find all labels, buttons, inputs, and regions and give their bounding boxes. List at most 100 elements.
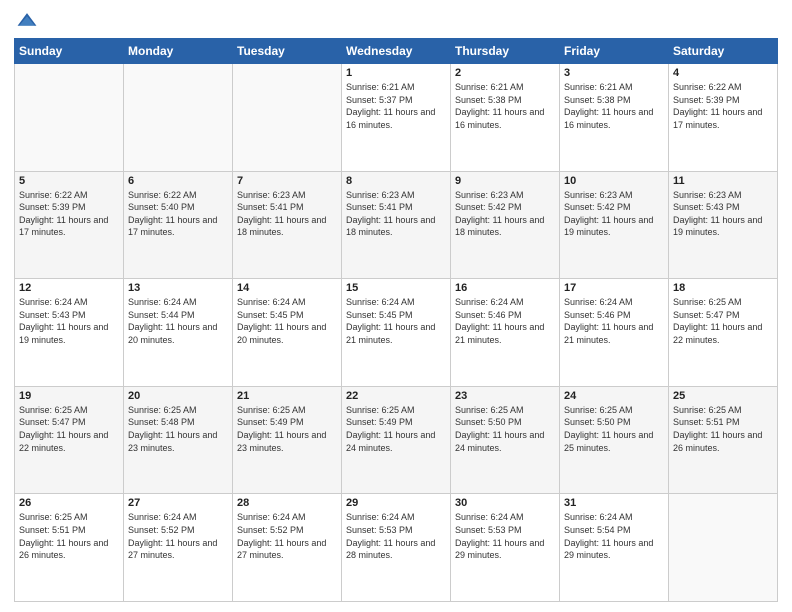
header: [14, 10, 778, 32]
weekday-header-friday: Friday: [560, 39, 669, 64]
day-info: Sunrise: 6:25 AMSunset: 5:50 PMDaylight:…: [455, 404, 555, 454]
day-cell: 31 Sunrise: 6:24 AMSunset: 5:54 PMDayligh…: [560, 494, 669, 602]
day-number: 27: [128, 497, 228, 509]
day-cell: 10 Sunrise: 6:23 AMSunset: 5:42 PMDayligh…: [560, 171, 669, 279]
day-info: Sunrise: 6:24 AMSunset: 5:46 PMDaylight:…: [455, 296, 555, 346]
day-cell: [15, 64, 124, 172]
day-info: Sunrise: 6:21 AMSunset: 5:38 PMDaylight:…: [564, 81, 664, 131]
day-number: 17: [564, 282, 664, 294]
day-cell: 5 Sunrise: 6:22 AMSunset: 5:39 PMDaylight…: [15, 171, 124, 279]
weekday-header-sunday: Sunday: [15, 39, 124, 64]
day-info: Sunrise: 6:25 AMSunset: 5:49 PMDaylight:…: [346, 404, 446, 454]
day-info: Sunrise: 6:24 AMSunset: 5:53 PMDaylight:…: [455, 511, 555, 561]
day-info: Sunrise: 6:21 AMSunset: 5:38 PMDaylight:…: [455, 81, 555, 131]
day-number: 1: [346, 67, 446, 79]
day-info: Sunrise: 6:25 AMSunset: 5:48 PMDaylight:…: [128, 404, 228, 454]
day-cell: 18 Sunrise: 6:25 AMSunset: 5:47 PMDayligh…: [669, 279, 778, 387]
day-info: Sunrise: 6:24 AMSunset: 5:52 PMDaylight:…: [237, 511, 337, 561]
day-info: Sunrise: 6:25 AMSunset: 5:47 PMDaylight:…: [673, 296, 773, 346]
day-number: 15: [346, 282, 446, 294]
logo-icon: [16, 10, 38, 32]
weekday-header-row: SundayMondayTuesdayWednesdayThursdayFrid…: [15, 39, 778, 64]
day-cell: 28 Sunrise: 6:24 AMSunset: 5:52 PMDayligh…: [233, 494, 342, 602]
day-number: 29: [346, 497, 446, 509]
day-number: 12: [19, 282, 119, 294]
day-cell: 24 Sunrise: 6:25 AMSunset: 5:50 PMDayligh…: [560, 386, 669, 494]
day-number: 19: [19, 390, 119, 402]
logo: [14, 10, 38, 32]
day-cell: 11 Sunrise: 6:23 AMSunset: 5:43 PMDayligh…: [669, 171, 778, 279]
day-info: Sunrise: 6:23 AMSunset: 5:42 PMDaylight:…: [455, 189, 555, 239]
day-cell: 30 Sunrise: 6:24 AMSunset: 5:53 PMDayligh…: [451, 494, 560, 602]
week-row-1: 1 Sunrise: 6:21 AMSunset: 5:37 PMDaylight…: [15, 64, 778, 172]
day-info: Sunrise: 6:25 AMSunset: 5:49 PMDaylight:…: [237, 404, 337, 454]
week-row-5: 26 Sunrise: 6:25 AMSunset: 5:51 PMDayligh…: [15, 494, 778, 602]
day-number: 25: [673, 390, 773, 402]
day-number: 31: [564, 497, 664, 509]
day-cell: [233, 64, 342, 172]
day-number: 10: [564, 175, 664, 187]
day-number: 11: [673, 175, 773, 187]
week-row-2: 5 Sunrise: 6:22 AMSunset: 5:39 PMDaylight…: [15, 171, 778, 279]
day-cell: 21 Sunrise: 6:25 AMSunset: 5:49 PMDayligh…: [233, 386, 342, 494]
day-info: Sunrise: 6:21 AMSunset: 5:37 PMDaylight:…: [346, 81, 446, 131]
week-row-3: 12Sunrise: 6:24 AMSunset: 5:43 PMDayligh…: [15, 279, 778, 387]
day-info: Sunrise: 6:24 AMSunset: 5:45 PMDaylight:…: [346, 296, 446, 346]
day-number: 20: [128, 390, 228, 402]
day-cell: 13Sunrise: 6:24 AMSunset: 5:44 PMDayligh…: [124, 279, 233, 387]
day-info: Sunrise: 6:25 AMSunset: 5:51 PMDaylight:…: [673, 404, 773, 454]
day-cell: 27 Sunrise: 6:24 AMSunset: 5:52 PMDayligh…: [124, 494, 233, 602]
day-info: Sunrise: 6:24 AMSunset: 5:53 PMDaylight:…: [346, 511, 446, 561]
day-cell: 7 Sunrise: 6:23 AMSunset: 5:41 PMDaylight…: [233, 171, 342, 279]
day-info: Sunrise: 6:22 AMSunset: 5:39 PMDaylight:…: [673, 81, 773, 131]
day-cell: 3 Sunrise: 6:21 AMSunset: 5:38 PMDaylight…: [560, 64, 669, 172]
day-info: Sunrise: 6:23 AMSunset: 5:42 PMDaylight:…: [564, 189, 664, 239]
day-info: Sunrise: 6:24 AMSunset: 5:52 PMDaylight:…: [128, 511, 228, 561]
day-cell: 29 Sunrise: 6:24 AMSunset: 5:53 PMDayligh…: [342, 494, 451, 602]
day-number: 7: [237, 175, 337, 187]
day-number: 21: [237, 390, 337, 402]
week-row-4: 19 Sunrise: 6:25 AMSunset: 5:47 PMDayligh…: [15, 386, 778, 494]
day-number: 18: [673, 282, 773, 294]
day-cell: [124, 64, 233, 172]
day-info: Sunrise: 6:24 AMSunset: 5:45 PMDaylight:…: [237, 296, 337, 346]
weekday-header-saturday: Saturday: [669, 39, 778, 64]
day-number: 5: [19, 175, 119, 187]
day-number: 24: [564, 390, 664, 402]
day-number: 26: [19, 497, 119, 509]
day-info: Sunrise: 6:25 AMSunset: 5:51 PMDaylight:…: [19, 511, 119, 561]
day-number: 9: [455, 175, 555, 187]
day-cell: 17 Sunrise: 6:24 AMSunset: 5:46 PMDayligh…: [560, 279, 669, 387]
day-cell: 19 Sunrise: 6:25 AMSunset: 5:47 PMDayligh…: [15, 386, 124, 494]
day-cell: 16 Sunrise: 6:24 AMSunset: 5:46 PMDayligh…: [451, 279, 560, 387]
day-number: 13: [128, 282, 228, 294]
day-cell: 12Sunrise: 6:24 AMSunset: 5:43 PMDayligh…: [15, 279, 124, 387]
day-number: 6: [128, 175, 228, 187]
day-cell: 2Sunrise: 6:21 AMSunset: 5:38 PMDaylight…: [451, 64, 560, 172]
day-cell: 1 Sunrise: 6:21 AMSunset: 5:37 PMDaylight…: [342, 64, 451, 172]
day-number: 28: [237, 497, 337, 509]
day-cell: 9 Sunrise: 6:23 AMSunset: 5:42 PMDaylight…: [451, 171, 560, 279]
weekday-header-tuesday: Tuesday: [233, 39, 342, 64]
day-number: 16: [455, 282, 555, 294]
day-number: 4: [673, 67, 773, 79]
day-cell: 6 Sunrise: 6:22 AMSunset: 5:40 PMDaylight…: [124, 171, 233, 279]
day-info: Sunrise: 6:24 AMSunset: 5:54 PMDaylight:…: [564, 511, 664, 561]
day-number: 14: [237, 282, 337, 294]
weekday-header-thursday: Thursday: [451, 39, 560, 64]
day-cell: 4 Sunrise: 6:22 AMSunset: 5:39 PMDaylight…: [669, 64, 778, 172]
day-info: Sunrise: 6:25 AMSunset: 5:50 PMDaylight:…: [564, 404, 664, 454]
day-cell: 14 Sunrise: 6:24 AMSunset: 5:45 PMDayligh…: [233, 279, 342, 387]
day-info: Sunrise: 6:24 AMSunset: 5:46 PMDaylight:…: [564, 296, 664, 346]
day-number: 23: [455, 390, 555, 402]
day-number: 30: [455, 497, 555, 509]
day-info: Sunrise: 6:22 AMSunset: 5:40 PMDaylight:…: [128, 189, 228, 239]
day-info: Sunrise: 6:22 AMSunset: 5:39 PMDaylight:…: [19, 189, 119, 239]
day-info: Sunrise: 6:23 AMSunset: 5:41 PMDaylight:…: [237, 189, 337, 239]
day-cell: 8Sunrise: 6:23 AMSunset: 5:41 PMDaylight…: [342, 171, 451, 279]
day-cell: 25 Sunrise: 6:25 AMSunset: 5:51 PMDayligh…: [669, 386, 778, 494]
day-info: Sunrise: 6:25 AMSunset: 5:47 PMDaylight:…: [19, 404, 119, 454]
day-info: Sunrise: 6:23 AMSunset: 5:43 PMDaylight:…: [673, 189, 773, 239]
day-cell: 23 Sunrise: 6:25 AMSunset: 5:50 PMDayligh…: [451, 386, 560, 494]
day-number: 3: [564, 67, 664, 79]
